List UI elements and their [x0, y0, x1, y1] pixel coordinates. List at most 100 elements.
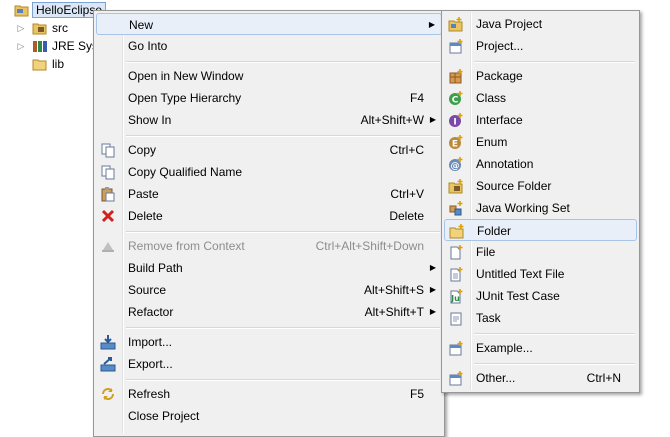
menu-item-junit-test-case[interactable]: Ju JUnit Test Case: [444, 285, 637, 307]
delete-icon: [100, 208, 116, 224]
menu-item-close-project[interactable]: Close Project: [96, 405, 442, 427]
menu-item-label: Task: [476, 311, 501, 325]
shortcut-label: Alt+Shift+T: [364, 305, 424, 319]
enum-icon: E: [448, 134, 464, 150]
menu-separator: [474, 61, 635, 63]
submenu-arrow-icon: ▶: [428, 20, 435, 29]
tree-row-lib[interactable]: lib: [0, 55, 93, 73]
menu-item-label: Project...: [476, 39, 524, 53]
menu-item-label: Go Into: [128, 39, 168, 53]
menu-item-label: Show In: [128, 113, 172, 127]
menu-item-export[interactable]: Export...: [96, 353, 442, 375]
menu-item-source-folder[interactable]: Source Folder: [444, 175, 637, 197]
tree-row-src[interactable]: ▷ src: [0, 19, 93, 37]
menu-item-java-working-set[interactable]: Java Working Set: [444, 197, 637, 219]
menu-item-remove-from-context[interactable]: Remove from Context Ctrl+Alt+Shift+Down: [96, 235, 442, 257]
shortcut-label: Ctrl+V: [390, 187, 424, 201]
menu-item-package[interactable]: Package: [444, 65, 637, 87]
tree-label-lib: lib: [52, 57, 65, 71]
menu-item-label: JUnit Test Case: [476, 289, 560, 303]
menu-item-label: Open Type Hierarchy: [128, 91, 242, 105]
folder-icon: [32, 57, 48, 71]
interface-icon: I: [448, 112, 464, 128]
remove-context-icon: [100, 238, 116, 254]
refresh-icon: [100, 386, 116, 402]
project-icon: [448, 38, 464, 54]
menu-item-copy-qualified-name[interactable]: Copy Qualified Name: [96, 161, 442, 183]
source-folder-icon: [32, 21, 48, 35]
menu-item-label: Export...: [128, 357, 173, 371]
menu-item-refactor[interactable]: Refactor Alt+Shift+T ▶: [96, 301, 442, 323]
project-folder-icon: [14, 3, 30, 17]
menu-item-paste[interactable]: Paste Ctrl+V: [96, 183, 442, 205]
menu-item-import[interactable]: Import...: [96, 331, 442, 353]
file-icon: [448, 244, 464, 260]
submenu-arrow-icon: ▶: [429, 115, 436, 124]
menu-item-label: Close Project: [128, 409, 200, 423]
menu-item-annotation[interactable]: @ Annotation: [444, 153, 637, 175]
menu-item-label: Enum: [476, 135, 508, 149]
menu-separator: [126, 61, 440, 63]
menu-item-new[interactable]: New ▶: [96, 13, 442, 35]
expand-arrow-icon[interactable]: ▷: [16, 37, 26, 55]
svg-text:@: @: [451, 162, 460, 172]
menu-item-other[interactable]: Other... Ctrl+N: [444, 367, 637, 389]
expand-arrow-icon[interactable]: ▷: [16, 19, 26, 37]
menu-item-label: Package: [476, 69, 523, 83]
menu-item-untitled-text-file[interactable]: Untitled Text File: [444, 263, 637, 285]
menu-item-go-into[interactable]: Go Into: [96, 35, 442, 57]
menu-item-enum[interactable]: E Enum: [444, 131, 637, 153]
tree-row-jre[interactable]: ▷ JRE Syst: [0, 37, 93, 55]
menu-item-label: Refresh: [128, 387, 171, 401]
menu-item-interface[interactable]: I Interface: [444, 109, 637, 131]
annotation-icon: @: [448, 156, 464, 172]
menu-item-label: File: [476, 245, 496, 259]
shortcut-label: Alt+Shift+S: [363, 283, 424, 297]
svg-text:Ju: Ju: [450, 294, 460, 303]
svg-text:I: I: [453, 118, 456, 128]
menu-item-class[interactable]: C Class: [444, 87, 637, 109]
paste-icon: [100, 186, 116, 202]
shortcut-label: Alt+Shift+W: [360, 113, 424, 127]
menu-item-label: Build Path: [128, 261, 183, 275]
tree-label-jre: JRE Syst: [52, 39, 93, 53]
package-icon: [448, 68, 464, 84]
menu-item-build-path[interactable]: Build Path ▶: [96, 257, 442, 279]
menu-item-folder[interactable]: Folder: [444, 219, 637, 241]
class-icon: C: [448, 90, 464, 106]
source-folder-icon: [448, 178, 464, 194]
menu-item-label: Annotation: [476, 157, 534, 171]
svg-text:C: C: [452, 96, 459, 106]
menu-item-delete[interactable]: Delete Delete: [96, 205, 442, 227]
menu-item-task[interactable]: Task: [444, 307, 637, 329]
submenu-arrow-icon: ▶: [429, 307, 436, 316]
menu-item-project[interactable]: Project...: [444, 35, 637, 57]
shortcut-label: Delete: [389, 209, 424, 223]
menu-item-refresh[interactable]: Refresh F5: [96, 383, 442, 405]
menu-separator: [126, 327, 440, 329]
menu-item-label: Open in New Window: [128, 69, 244, 83]
menu-item-source[interactable]: Source Alt+Shift+S ▶: [96, 279, 442, 301]
menu-item-label: New: [129, 18, 154, 32]
menu-item-copy[interactable]: Copy Ctrl+C: [96, 139, 442, 161]
submenu-arrow-icon: ▶: [429, 263, 436, 272]
menu-item-label: Paste: [128, 187, 159, 201]
export-icon: [100, 356, 116, 372]
menu-item-show-in[interactable]: Show In Alt+Shift+W ▶: [96, 109, 442, 131]
junit-icon: Ju: [448, 288, 464, 304]
new-submenu: Java Project Project... Package C Class …: [441, 10, 640, 393]
menu-item-label: Import...: [128, 335, 173, 349]
menu-item-example[interactable]: Example...: [444, 337, 637, 359]
menu-item-file[interactable]: File: [444, 241, 637, 263]
import-icon: [100, 334, 116, 350]
menu-item-label: Source: [128, 283, 167, 297]
task-icon: [448, 310, 464, 326]
context-menu: New ▶ Go Into Open in New Window Open Ty…: [93, 10, 445, 437]
menu-item-label: Copy: [128, 143, 157, 157]
menu-item-label: Remove from Context: [128, 239, 245, 253]
menu-item-label: Example...: [476, 341, 533, 355]
menu-item-open-new-window[interactable]: Open in New Window: [96, 65, 442, 87]
menu-item-label: Java Project: [476, 17, 543, 31]
menu-item-java-project[interactable]: Java Project: [444, 13, 637, 35]
menu-item-open-type-hierarchy[interactable]: Open Type Hierarchy F4: [96, 87, 442, 109]
